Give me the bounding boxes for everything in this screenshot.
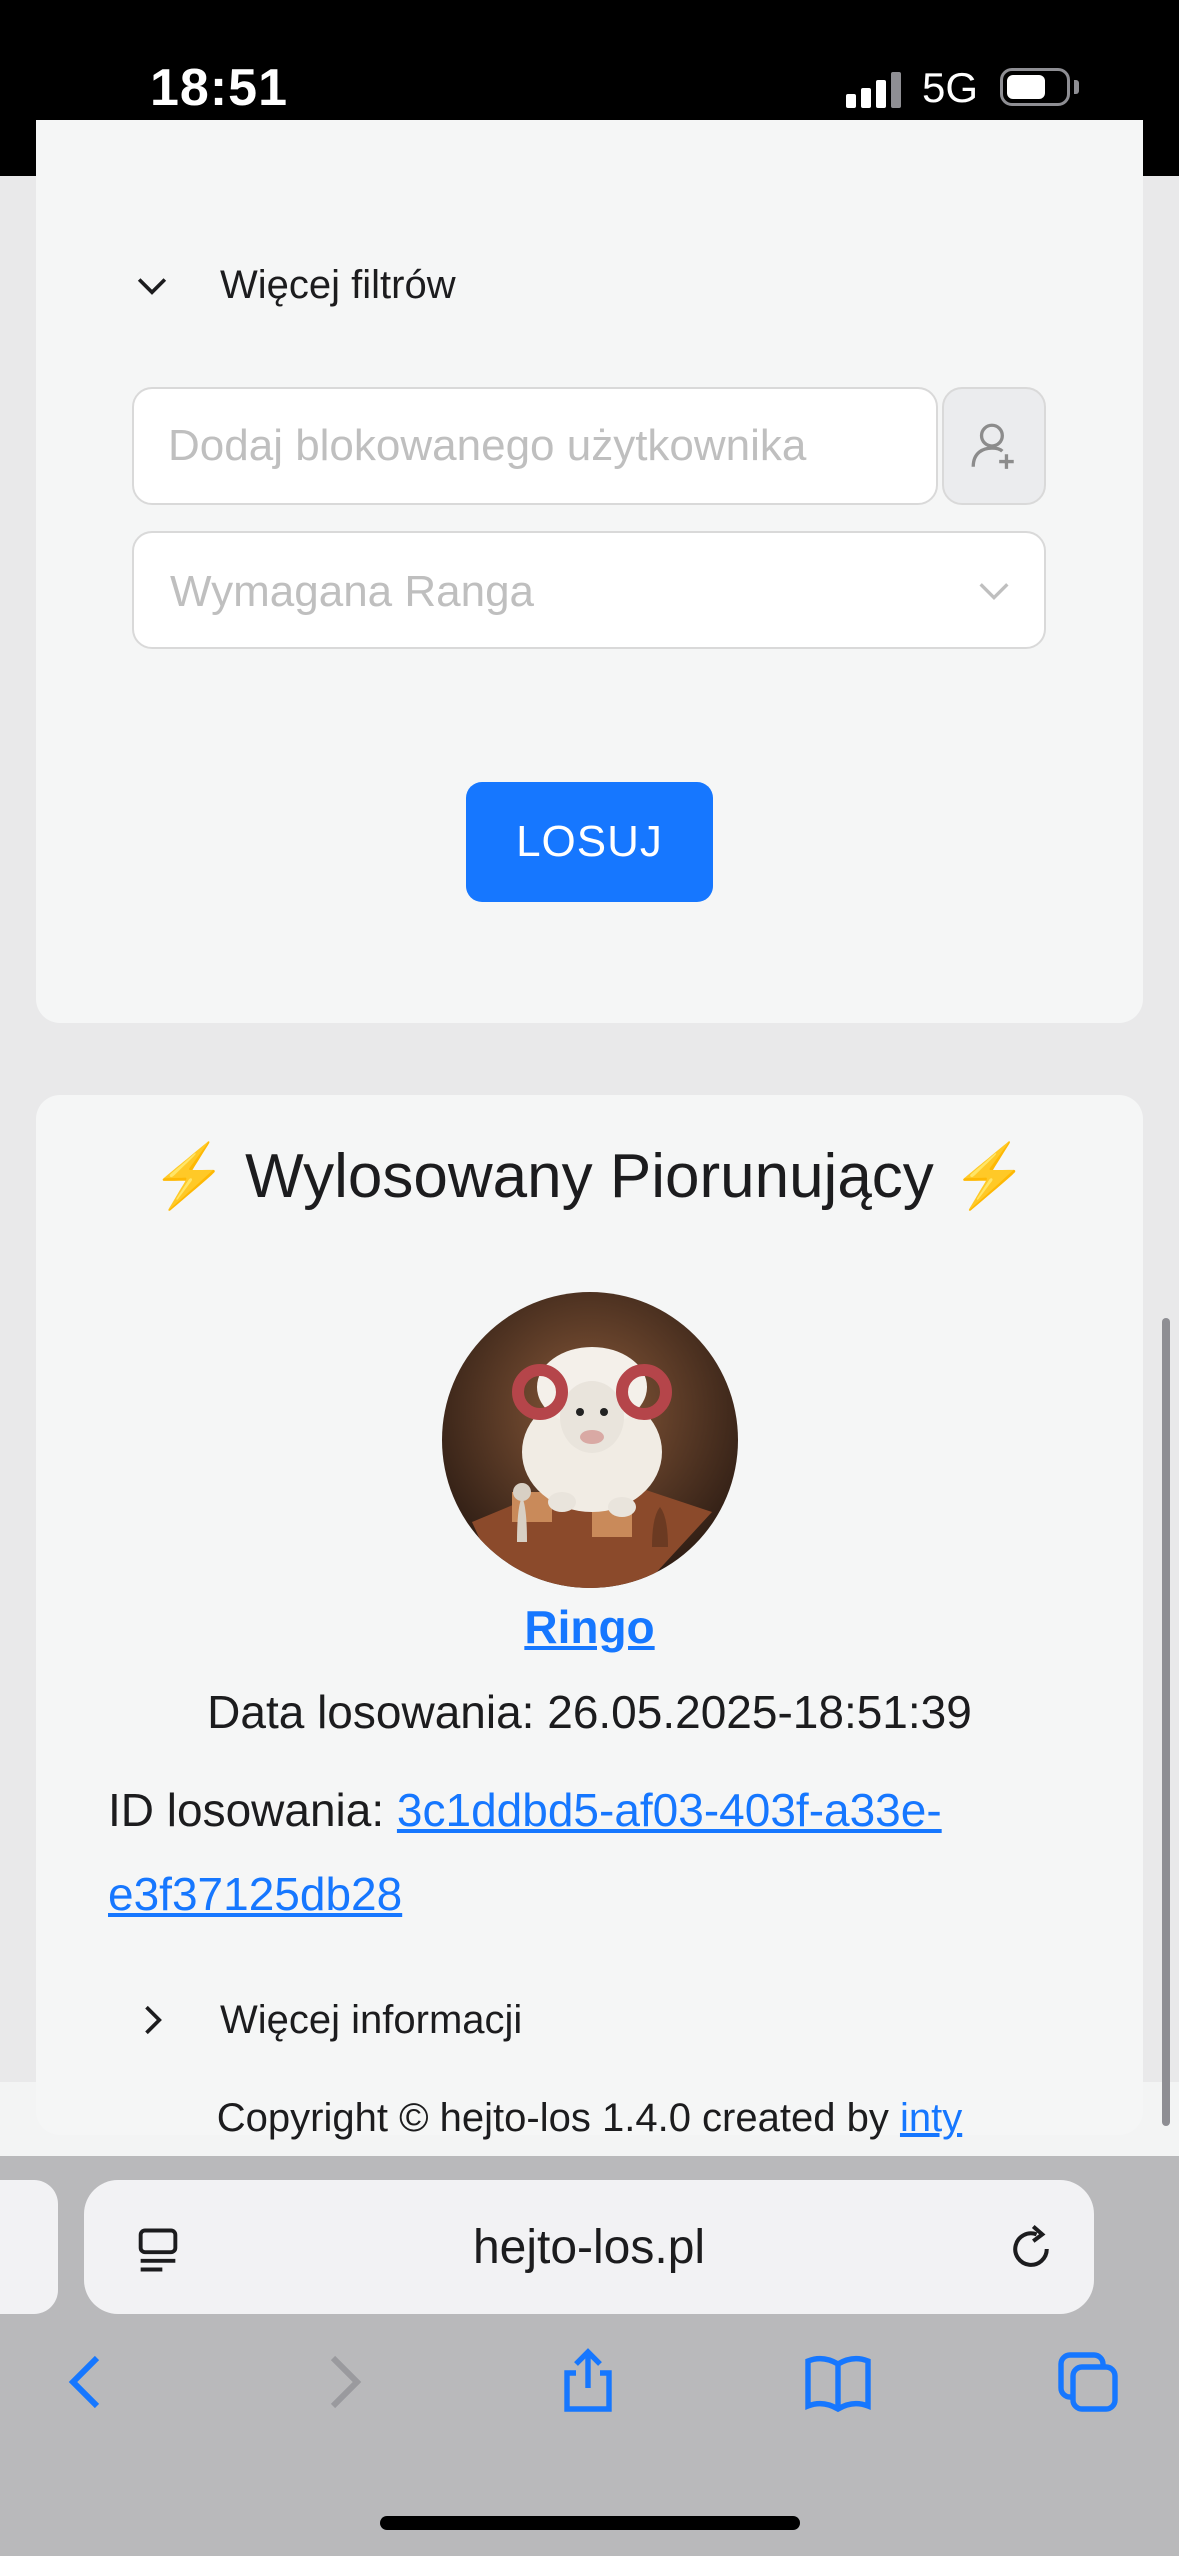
chevron-down-icon [137,278,167,295]
blocked-user-field[interactable] [132,387,938,505]
back-icon[interactable] [52,2346,124,2418]
rank-placeholder: Wymagana Ranga [170,567,535,616]
draw-id: ID losowania: 3c1ddbd5-af03-403f-a33e-e3… [108,1768,1068,1936]
winner-avatar [442,1292,738,1588]
copyright: Copyright © hejto-los 1.4.0 created by i… [0,2096,1179,2141]
author-link[interactable]: inty [900,2096,962,2140]
bookmarks-icon[interactable] [802,2346,874,2418]
url-text: hejto-los.pl [472,2221,706,2274]
more-filters-toggle[interactable]: Więcej filtrów [130,255,456,315]
network-type: 5G [922,64,979,111]
forward-icon[interactable] [306,2346,378,2418]
copyright-text: Copyright © hejto-los 1.4.0 created by [216,2096,889,2140]
battery-tip [1074,80,1079,94]
home-indicator [380,2516,800,2530]
battery-icon [1000,68,1070,106]
cellular-signal-icon [846,72,902,108]
chevron-down-icon [979,583,1009,601]
draw-date-value: 26.05.2025-18:51:39 [547,1686,972,1738]
reload-icon[interactable] [1004,2222,1058,2276]
lightning-icon: ⚡ [951,1142,1029,1211]
more-info-label: Więcej informacji [220,1997,523,2042]
chevron-right-icon [145,2005,162,2035]
draw-date-label: Data losowania: [207,1686,535,1738]
tabs-icon[interactable] [1052,2346,1124,2418]
draw-button[interactable]: LOSUJ [466,782,713,902]
more-info-toggle[interactable]: Więcej informacji [130,1990,522,2050]
address-bar[interactable]: hejto-los.pl [84,2180,1094,2314]
add-blocked-user-button[interactable] [942,387,1046,505]
required-rank-select[interactable]: Wymagana Ranga [132,531,1046,649]
status-time: 18:51 [150,59,288,117]
lightning-icon: ⚡ [150,1142,228,1211]
draw-date: Data losowania: 26.05.2025-18:51:39 [0,1685,1179,1739]
result-title-text: Wylosowany Piorunujący [245,1142,934,1211]
draw-id-label: ID losowania: [108,1784,385,1836]
winner-name-link[interactable]: Ringo [0,1600,1179,1654]
share-icon[interactable] [552,2346,624,2418]
add-user-icon [971,423,1014,469]
result-title: ⚡ Wylosowany Piorunujący ⚡ [0,1140,1179,1213]
scrollbar[interactable] [1162,1318,1170,2126]
more-filters-label: Więcej filtrów [220,262,456,307]
previous-tab-pill[interactable] [0,2180,58,2314]
blocked-user-input[interactable] [134,389,936,503]
